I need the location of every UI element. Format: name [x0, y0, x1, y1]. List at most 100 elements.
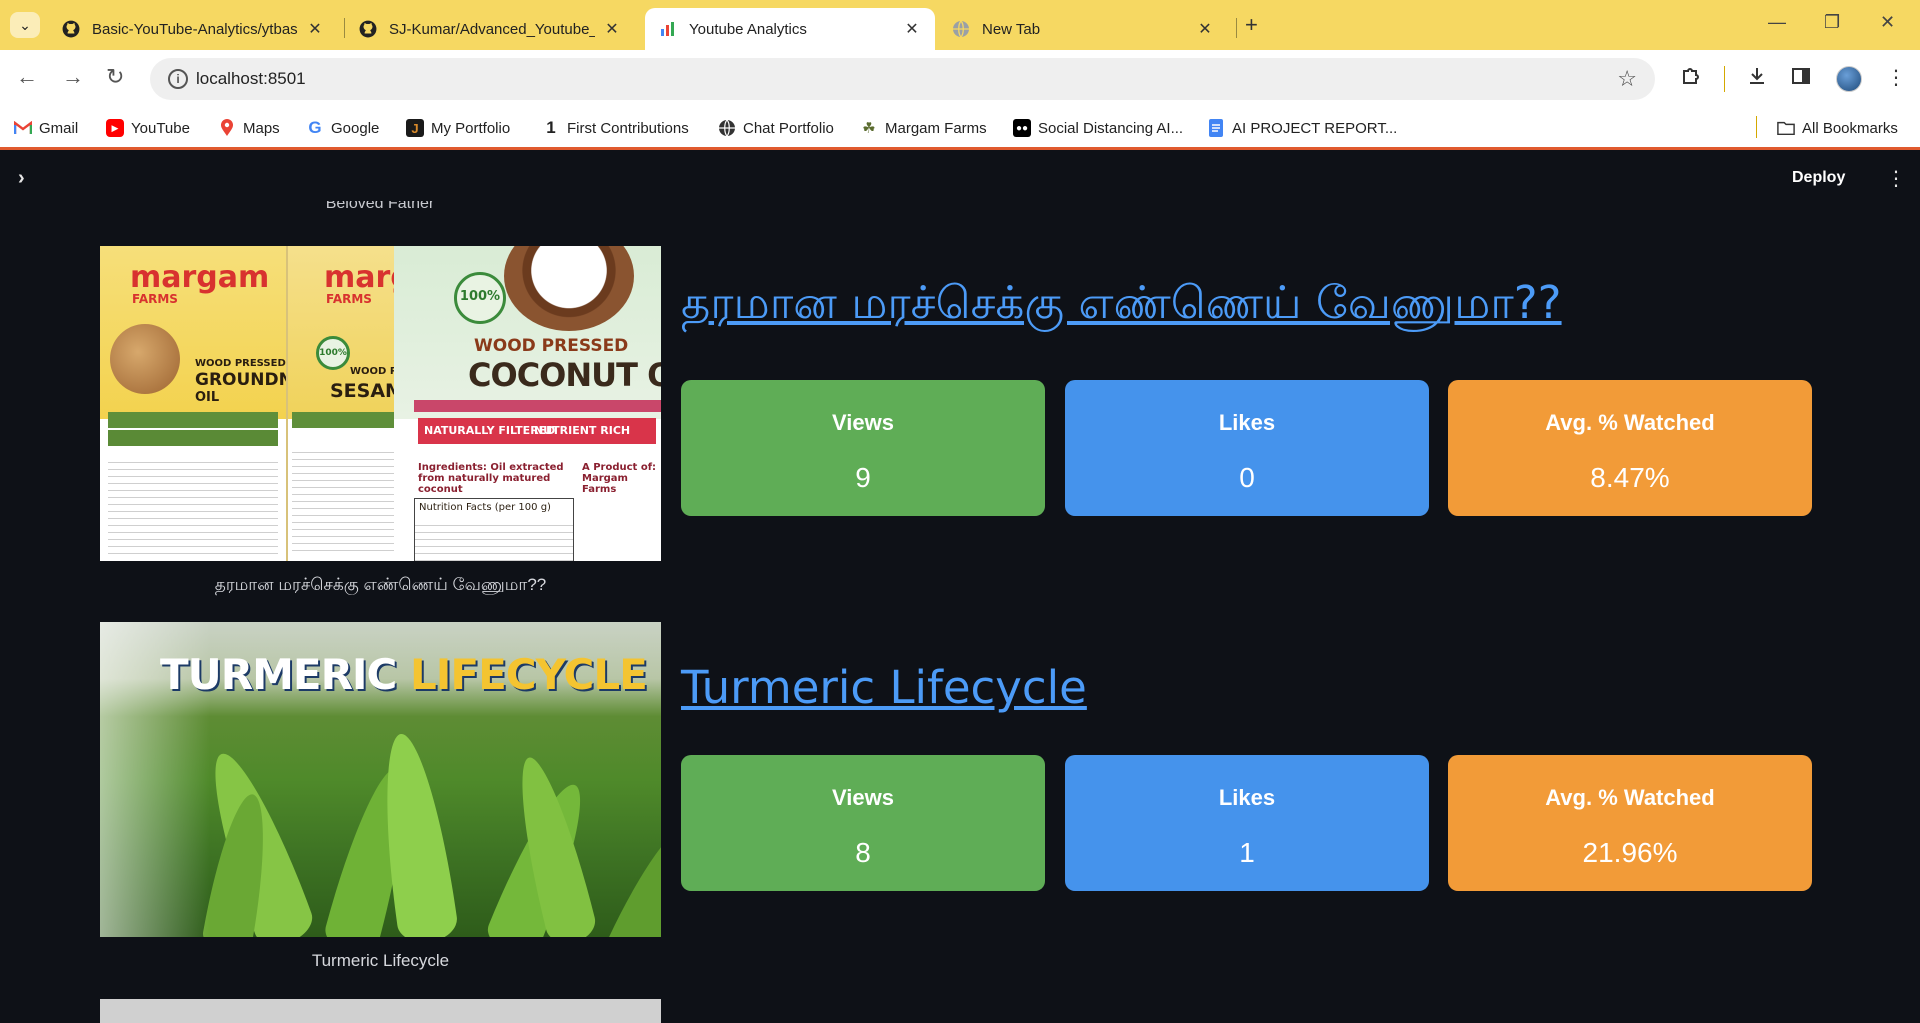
new-tab-button[interactable]: +: [1245, 12, 1258, 38]
tab-github-advanced[interactable]: SJ-Kumar/Advanced_Youtube_A ✕: [345, 8, 635, 50]
profile-avatar[interactable]: [1836, 66, 1862, 92]
bookmark-google[interactable]: G Google: [306, 116, 379, 140]
package-band: [414, 400, 661, 412]
thumbnail-title: TURMERIC LIFECYCLE: [160, 650, 648, 699]
thumbnail-word: TURMERIC: [160, 650, 397, 699]
extensions-icon[interactable]: [1680, 65, 1702, 93]
thumbnail-package: margam FARMS WOOD PRESSED GROUNDNUT OIL: [100, 246, 318, 561]
folder-icon: [1777, 119, 1795, 137]
bookmark-label: Margam Farms: [885, 119, 987, 137]
video-title-link[interactable]: Turmeric Lifecycle: [681, 661, 1087, 714]
chevron-right-icon: ›: [18, 167, 25, 189]
tab-new-tab[interactable]: New Tab ✕: [938, 8, 1228, 50]
package-text: WOOD PRESSED: [474, 336, 629, 356]
youtube-icon: ▶: [106, 119, 124, 137]
package-text: Ingredients: Oil extracted from naturall…: [418, 462, 564, 495]
coconut-image: [504, 246, 634, 331]
brand-sub: FARMS: [132, 292, 178, 306]
package-text: WOOD PRESSED: [195, 358, 286, 369]
video-title-link[interactable]: தரமான மரச்செக்கு எண்ணெய் வேணுமா??: [681, 276, 1562, 335]
metric-value: 0: [1239, 462, 1255, 493]
bookmark-maps[interactable]: Maps: [218, 116, 280, 140]
globe-icon: [952, 20, 970, 38]
bookmarks-divider: [1756, 116, 1757, 138]
metric-label: Avg. % Watched: [1545, 785, 1715, 810]
package-text: NUTRIENT RICH: [534, 424, 631, 437]
globe-icon: [718, 119, 736, 137]
thumbnail-package: 100% WOOD PRESSED COCONUT OIL NATURALLY …: [394, 246, 661, 561]
package-band: [108, 412, 278, 428]
bookmark-gmail[interactable]: Gmail: [14, 116, 78, 140]
arrow-left-icon: ←: [16, 64, 38, 89]
tab-divider: [1236, 18, 1237, 38]
close-window-icon[interactable]: ✕: [1880, 12, 1895, 33]
margam-icon: ☘: [862, 120, 876, 137]
docs-icon: [1207, 119, 1225, 137]
video-caption: தரமான மரச்செக்கு எண்ணெய் வேணுமா??: [214, 575, 547, 594]
close-icon[interactable]: ✕: [903, 19, 921, 39]
video-caption: Beloved Father: [325, 201, 435, 212]
metric-label: Views: [832, 410, 894, 435]
metric-label: Avg. % Watched: [1545, 410, 1715, 435]
address-bar[interactable]: i localhost:8501 ☆: [150, 58, 1655, 100]
bookmark-my-portfolio[interactable]: J My Portfolio: [406, 116, 510, 140]
toolbar-divider: [1724, 66, 1725, 92]
tab-youtube-analytics[interactable]: Youtube Analytics ✕: [645, 8, 935, 50]
nutrition-rows: [415, 519, 573, 561]
tab-github-basic[interactable]: Basic-YouTube-Analytics/ytbasi ✕: [48, 8, 338, 50]
bookmark-label: First Contributions: [567, 119, 689, 137]
video-thumbnail[interactable]: margam FARMS WOOD PRESSED GROUNDNUT OIL …: [100, 246, 661, 561]
natural-badge: 100%: [316, 336, 350, 370]
bookmark-first-contributions[interactable]: 1 First Contributions: [542, 116, 689, 140]
close-icon[interactable]: ✕: [306, 19, 324, 39]
deploy-button[interactable]: Deploy: [1792, 169, 1845, 187]
minimize-icon[interactable]: —: [1768, 12, 1786, 33]
site-info-icon[interactable]: i: [168, 69, 188, 89]
package-text: A Product of: Margam Farms: [582, 462, 657, 495]
metric-label: Views: [832, 785, 894, 810]
metric-views: Views 9: [681, 380, 1045, 516]
close-icon[interactable]: ✕: [603, 19, 621, 39]
github-icon: [62, 20, 80, 38]
sidebar-expand-button[interactable]: ›: [18, 167, 25, 190]
close-icon[interactable]: ✕: [1196, 19, 1214, 39]
package-band: [108, 430, 278, 446]
bookmark-social-distancing[interactable]: ●● Social Distancing AI...: [1013, 116, 1183, 140]
metric-value: 21.96%: [1582, 837, 1678, 868]
bookmark-label: Chat Portfolio: [743, 119, 834, 137]
nutrition-table: [108, 456, 278, 556]
bookmark-youtube[interactable]: ▶ YouTube: [106, 116, 190, 140]
bookmark-chat-portfolio[interactable]: Chat Portfolio: [718, 116, 834, 140]
tab-title: Youtube Analytics: [689, 20, 807, 38]
bookmark-label: All Bookmarks: [1802, 119, 1898, 137]
video-thumbnail[interactable]: TURMERIC LIFECYCLE: [100, 622, 661, 937]
browser-menu-icon[interactable]: ⋮: [1886, 65, 1906, 90]
package-text: Nutrition Facts (per 100 g): [419, 502, 551, 513]
metric-likes: Likes 0: [1065, 380, 1429, 516]
app-menu-icon[interactable]: ⋮: [1886, 166, 1906, 191]
brand-logo: margam: [130, 260, 270, 295]
all-bookmarks-button[interactable]: All Bookmarks: [1777, 116, 1898, 140]
forward-button[interactable]: →: [62, 64, 84, 90]
url-text[interactable]: localhost:8501: [196, 69, 306, 89]
tab-title: New Tab: [982, 20, 1041, 38]
star-icon[interactable]: ☆: [1617, 66, 1637, 92]
restore-icon[interactable]: ❐: [1824, 12, 1840, 33]
bookmark-ai-project-report[interactable]: AI PROJECT REPORT...: [1207, 116, 1397, 140]
download-icon[interactable]: [1746, 65, 1768, 93]
video-caption: Turmeric Lifecycle: [311, 951, 450, 970]
back-button[interactable]: ←: [16, 64, 38, 90]
metric-value: 9: [855, 462, 871, 493]
bookmark-label: My Portfolio: [431, 119, 511, 137]
bookmark-margam-farms[interactable]: ☘ Margam Farms: [860, 116, 987, 140]
metric-value: 1: [1239, 837, 1255, 868]
metric-likes: Likes 1: [1065, 755, 1429, 891]
arrow-right-icon: →: [62, 64, 84, 89]
side-panel-icon[interactable]: [1790, 65, 1812, 93]
reload-icon: ↻: [106, 64, 125, 89]
natural-badge: 100%: [454, 272, 506, 324]
video-thumbnail[interactable]: [100, 999, 661, 1023]
brand-sub: FARMS: [326, 292, 372, 306]
reload-button[interactable]: ↻: [106, 64, 124, 90]
tab-search-button[interactable]: ⌄: [10, 12, 40, 38]
